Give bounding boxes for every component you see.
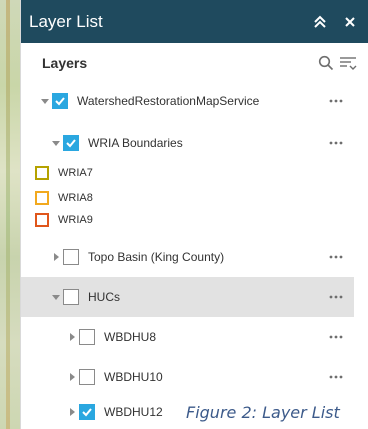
layer-options-button[interactable]	[326, 330, 346, 344]
double-chevron-up-icon	[314, 15, 326, 28]
collapse-button[interactable]	[308, 10, 332, 34]
layer-row-topo-basin[interactable]: Topo Basin (King County)	[21, 237, 354, 277]
close-icon	[345, 16, 355, 27]
more-icon	[329, 335, 343, 339]
layer-visibility-checkbox[interactable]	[79, 404, 95, 420]
layer-row-wria-boundaries[interactable]: WRIA Boundaries	[21, 123, 354, 163]
caret-right-icon	[70, 408, 75, 416]
layer-options-button[interactable]	[326, 250, 346, 264]
layer-options-button[interactable]	[326, 136, 346, 150]
expand-toggle[interactable]	[67, 332, 77, 342]
filter-list-icon	[340, 57, 357, 70]
filter-button[interactable]	[338, 53, 358, 73]
more-icon	[329, 141, 343, 145]
caret-down-icon	[52, 295, 60, 300]
legend-item-wria8: WRIA8	[35, 189, 93, 207]
layer-name: WBDHU8	[104, 330, 157, 344]
layer-visibility-checkbox[interactable]	[52, 93, 68, 109]
close-button[interactable]	[338, 10, 362, 34]
layer-row-wbdhu10[interactable]: WBDHU10	[21, 357, 354, 397]
legend-swatch	[35, 213, 49, 227]
search-button[interactable]	[316, 53, 336, 73]
layer-row-wbdhu8[interactable]: WBDHU8	[21, 317, 354, 357]
legend-label: WRIA8	[58, 192, 93, 204]
layer-visibility-checkbox[interactable]	[63, 249, 79, 265]
legend-label: WRIA9	[58, 214, 93, 226]
legend-item-wria9: WRIA9	[35, 211, 93, 229]
map-background[interactable]	[0, 0, 20, 429]
layer-options-button[interactable]	[326, 94, 346, 108]
caret-down-icon	[41, 99, 49, 104]
layer-row-watershedrestorationmapservice[interactable]: WatershedRestorationMapService	[21, 81, 354, 121]
expand-toggle[interactable]	[67, 407, 77, 417]
panel-titlebar: Layer List	[21, 0, 368, 43]
more-icon	[329, 99, 343, 103]
legend-item-wria7: WRIA7	[35, 164, 93, 182]
expand-toggle[interactable]	[67, 372, 77, 382]
expand-toggle[interactable]	[51, 138, 61, 148]
caret-right-icon	[70, 333, 75, 341]
layer-options-button[interactable]	[326, 370, 346, 384]
legend-swatch	[35, 191, 49, 205]
more-icon	[329, 375, 343, 379]
figure-caption: Figure 2: Layer List	[186, 403, 340, 422]
layer-name: WRIA Boundaries	[88, 136, 183, 150]
expand-toggle[interactable]	[40, 96, 50, 106]
legend-swatch	[35, 166, 49, 180]
caret-right-icon	[70, 373, 75, 381]
more-icon	[329, 295, 343, 299]
layer-row-hucs[interactable]: HUCs	[21, 277, 354, 317]
layer-visibility-checkbox[interactable]	[63, 289, 79, 305]
checkmark-icon	[55, 97, 65, 106]
layer-name: HUCs	[88, 290, 120, 304]
panel-title: Layer List	[29, 11, 103, 31]
layer-options-button[interactable]	[326, 290, 346, 304]
layer-visibility-checkbox[interactable]	[63, 135, 79, 151]
checkmark-icon	[82, 408, 92, 417]
layer-visibility-checkbox[interactable]	[79, 369, 95, 385]
layer-visibility-checkbox[interactable]	[79, 329, 95, 345]
screenshot: Layer List Layers WatershedRestorationMa…	[0, 0, 368, 429]
expand-toggle[interactable]	[51, 252, 61, 262]
expand-toggle[interactable]	[51, 292, 61, 302]
caret-right-icon	[54, 253, 59, 261]
legend-label: WRIA7	[58, 167, 93, 179]
layer-name: WatershedRestorationMapService	[77, 94, 260, 108]
checkmark-icon	[66, 139, 76, 148]
more-icon	[329, 255, 343, 259]
layer-name: Topo Basin (King County)	[88, 250, 225, 264]
layers-toolbar: Layers	[21, 43, 368, 83]
layer-name: WBDHU10	[104, 370, 163, 384]
layer-list-panel: Layer List Layers WatershedRestorationMa…	[20, 0, 368, 429]
layers-heading: Layers	[42, 55, 88, 71]
search-icon	[318, 55, 334, 71]
caret-down-icon	[52, 141, 60, 146]
